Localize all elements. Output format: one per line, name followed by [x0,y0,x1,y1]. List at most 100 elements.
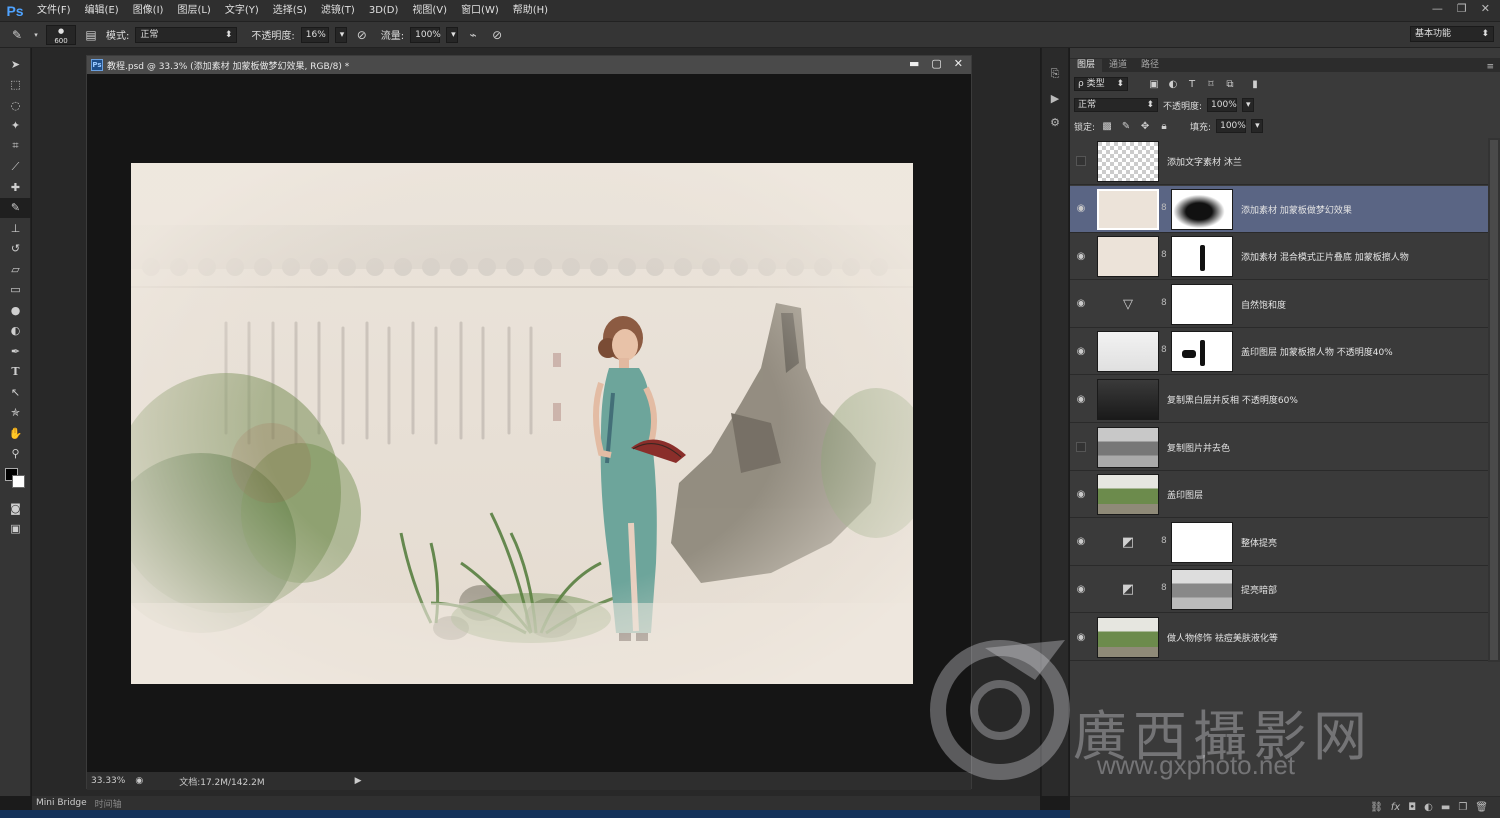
image-canvas[interactable] [131,163,913,684]
pressure-opacity-icon[interactable]: ⊘ [353,26,371,44]
visibility-eye-icon[interactable]: ◉ [1070,298,1092,309]
status-menu-arrow-icon[interactable]: ▶ [355,776,362,786]
eyedropper-tool-icon[interactable]: ⟋ [0,157,31,178]
filter-type-icon[interactable]: T [1185,77,1199,91]
mask-link-icon[interactable]: 8 [1161,298,1169,310]
visibility-eye-icon[interactable]: ◉ [1070,489,1092,500]
menu-item-2[interactable]: 图像(I) [126,0,171,22]
layer-name[interactable]: 自然饱和度 [1241,298,1286,311]
mask-link-icon[interactable]: 8 [1161,250,1169,262]
close-button[interactable]: ✕ [1481,2,1490,15]
layer-name[interactable]: 复制图片并去色 [1167,441,1230,454]
doc-maximize-button[interactable]: ▢ [931,57,941,70]
magic-wand-tool-icon[interactable]: ✦ [0,116,31,137]
blur-tool-icon[interactable]: ● [0,300,31,321]
layer-thumbnail[interactable] [1097,331,1159,373]
visibility-eye-icon[interactable] [1076,156,1086,166]
layer-mask-thumbnail[interactable] [1171,569,1233,611]
clone-stamp-tool-icon[interactable]: ⊥ [0,218,31,239]
dodge-tool-icon[interactable]: ◐ [0,321,31,342]
brush-tool-icon[interactable]: ✎ [0,197,31,218]
hand-tool-icon[interactable]: ✋ [0,423,31,444]
tab-channels[interactable]: 通道 [1102,59,1134,72]
lock-all-icon[interactable]: 🔒︎ [1157,119,1171,133]
layer-thumbnail[interactable] [1097,236,1159,278]
brush-preset-picker[interactable]: ● 600 [46,24,76,45]
layer-name[interactable]: 提亮暗部 [1241,583,1277,596]
history-panel-icon[interactable]: ⎘ [1042,62,1068,86]
add-mask-icon[interactable]: ◘ [1408,802,1416,813]
brush-panel-toggle-icon[interactable]: ▤ [82,26,100,44]
layer-mask-thumbnail[interactable] [1171,521,1233,563]
move-tool-icon[interactable]: ➤ [0,54,31,75]
document-title-bar[interactable]: Ps 教程.psd @ 33.3% (添加素材 加蒙板做梦幻效果, RGB/8)… [87,56,971,74]
crop-tool-icon[interactable]: ⌗ [0,136,31,157]
mask-link-icon[interactable]: 8 [1161,583,1169,595]
visibility-eye-icon[interactable] [1076,441,1086,452]
opacity-input[interactable]: 16% [300,26,329,43]
layer-thumbnail[interactable] [1097,426,1159,468]
lock-image-icon[interactable]: ✎ [1119,119,1133,133]
lock-transparent-icon[interactable]: ▩ [1100,119,1114,133]
zoom-tool-icon[interactable]: ⚲ [0,444,31,465]
menu-item-9[interactable]: 窗口(W) [454,0,506,22]
doc-close-button[interactable]: ✕ [954,57,963,70]
layers-scrollbar-thumb[interactable] [1490,140,1498,660]
healing-brush-tool-icon[interactable]: ✚ [0,177,31,198]
layer-mask-thumbnail[interactable] [1171,188,1233,230]
new-adjustment-layer-icon[interactable]: ◐ [1424,802,1433,813]
layer-row[interactable]: ◉ 8 盖印图层 加蒙板擦人物 不透明度40% [1070,328,1488,376]
marquee-tool-icon[interactable]: ⬚ [0,75,31,96]
layer-name[interactable]: 盖印图层 加蒙板擦人物 不透明度40% [1241,345,1393,358]
brush-tool-icon[interactable]: ✎ [8,26,26,44]
layer-name[interactable]: 添加文字素材 沐兰 [1167,155,1242,168]
layer-row[interactable]: ◉ ▽ 8 自然饱和度 [1070,281,1488,328]
menu-item-10[interactable]: 帮助(H) [506,0,555,22]
visibility-eye-icon[interactable]: ◉ [1070,394,1092,405]
layer-name[interactable]: 添加素材 混合模式正片叠底 加蒙板擦人物 [1241,250,1409,263]
opacity-slider-button[interactable]: ▾ [334,26,347,43]
pen-tool-icon[interactable]: ✒ [0,341,31,362]
link-layers-icon[interactable]: ⛓ [1370,802,1383,813]
layer-row[interactable]: 添加文字素材 沐兰 [1070,138,1488,185]
chevron-down-icon[interactable]: ▾ [32,26,40,44]
visibility-eye-icon[interactable]: ◉ [1070,251,1092,262]
filter-pixel-icon[interactable]: ▣ [1147,77,1161,91]
layer-filter-select[interactable]: ρ 类型 ⬍ [1074,77,1128,91]
layer-thumbnail[interactable] [1097,617,1159,658]
filter-toggle-icon[interactable]: ▮ [1248,77,1262,91]
layer-name[interactable]: 做人物修饰 祛痘美肤液化等 [1167,631,1278,644]
menu-item-4[interactable]: 文字(Y) [218,0,266,22]
shape-tool-icon[interactable]: ✯ [0,403,31,424]
panel-menu-icon[interactable]: ≡ [1486,62,1500,72]
status-info-icon[interactable]: ◉ [135,776,143,786]
menu-item-7[interactable]: 3D(D) [362,0,406,22]
visibility-eye-icon[interactable]: ◉ [1070,632,1092,643]
layer-thumbnail[interactable] [1097,141,1159,182]
layer-row[interactable]: ◉ 8 添加素材 加蒙板做梦幻效果 [1070,185,1488,233]
new-group-icon[interactable]: ▬ [1441,802,1450,813]
path-selection-tool-icon[interactable]: ↖ [0,382,31,403]
new-layer-icon[interactable]: ❐ [1458,802,1467,813]
actions-panel-icon[interactable]: ▶ [1042,86,1068,110]
fill-input[interactable]: 100% [1216,119,1247,133]
visibility-eye-icon[interactable]: ◉ [1070,346,1092,357]
menu-item-1[interactable]: 编辑(E) [78,0,126,22]
flow-slider-button[interactable]: ▾ [446,26,459,43]
layer-row[interactable]: ◉ ◩ 8 整体提亮 [1070,519,1488,566]
layer-row[interactable]: 复制图片并去色 [1070,424,1488,471]
properties-panel-icon[interactable]: ⚙ [1042,110,1068,134]
mask-link-icon[interactable]: 8 [1161,345,1169,357]
visibility-eye-icon[interactable]: ◉ [1070,536,1092,547]
layer-name[interactable]: 整体提亮 [1241,536,1277,549]
menu-item-0[interactable]: 文件(F) [30,0,78,22]
tab-paths[interactable]: 路径 [1134,59,1166,72]
type-tool-icon[interactable]: T [0,362,31,383]
delete-layer-icon[interactable]: 🗑︎ [1475,802,1488,813]
filter-smart-object-icon[interactable]: ⧉ [1223,77,1237,91]
minimize-button[interactable]: — [1432,2,1443,15]
timeline-tab[interactable]: 时间轴 [95,797,122,810]
tab-layers[interactable]: 图层 [1070,59,1103,72]
visibility-eye-icon[interactable]: ◉ [1070,203,1092,214]
layer-name[interactable]: 复制黑白层并反相 不透明度60% [1167,393,1298,406]
